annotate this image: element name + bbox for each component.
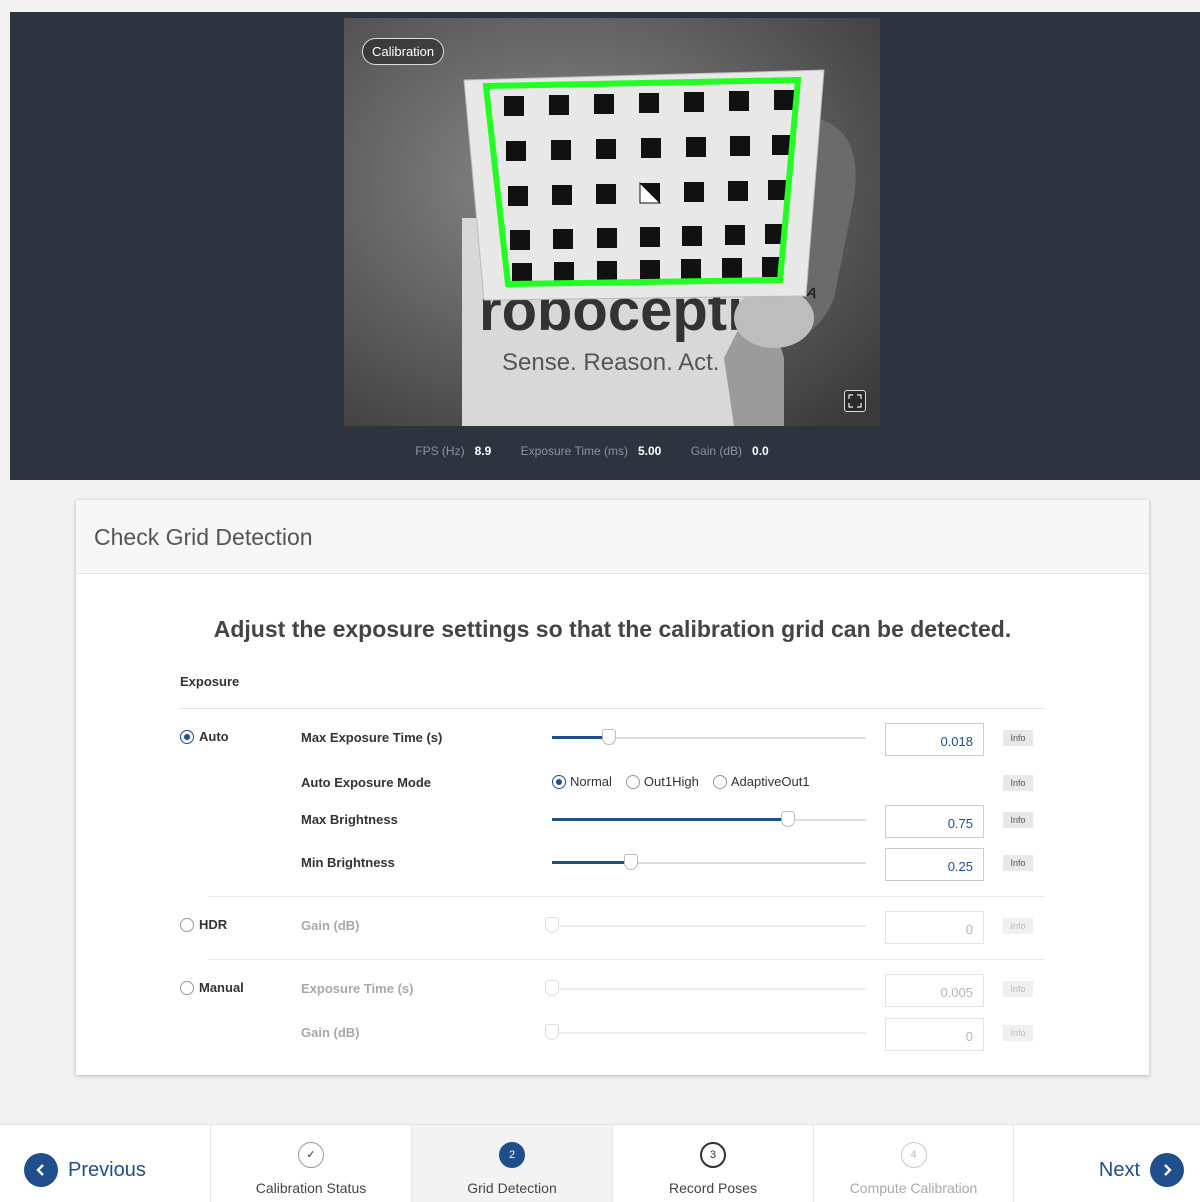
exposure-time-value: 5.00 xyxy=(637,444,662,458)
wizard-nav: Previous ✓ Calibration Status 2 Grid Det… xyxy=(0,1124,1200,1202)
fps-label: FPS (Hz) xyxy=(415,444,465,458)
camera-panel: roboception Sense. Reason. Act. JKA Cali… xyxy=(10,12,1200,480)
mode-out1high-label: Out1High xyxy=(643,774,699,789)
max-brightness-slider[interactable] xyxy=(552,811,866,827)
max-exposure-label: Max Exposure Time (s) xyxy=(301,730,443,745)
step-grid-detection[interactable]: 2 Grid Detection xyxy=(411,1125,612,1202)
info-button[interactable]: Info xyxy=(1003,812,1033,828)
radio-dot[interactable] xyxy=(180,729,194,744)
max-exposure-row: Auto Max Exposure Time (s) 0.018 Info xyxy=(76,723,1149,756)
step-calibration-status[interactable]: ✓ Calibration Status xyxy=(210,1125,411,1202)
info-button[interactable]: Info xyxy=(1003,918,1033,934)
hdr-row: HDR Gain (dB) 0 Info xyxy=(76,911,1149,944)
step-label: Compute Calibration xyxy=(849,1180,978,1196)
calibration-badge[interactable]: Calibration xyxy=(362,38,445,65)
slider-fill xyxy=(552,818,788,821)
gain-label: Gain (dB) xyxy=(690,444,743,458)
slider-handle[interactable] xyxy=(623,854,638,870)
next-button[interactable]: Next xyxy=(1099,1153,1184,1187)
hdr-radio[interactable]: HDR xyxy=(180,917,227,932)
slider-handle[interactable] xyxy=(601,729,616,745)
max-exposure-input[interactable]: 0.018 xyxy=(885,723,984,756)
fullscreen-icon[interactable] xyxy=(844,390,866,412)
divider xyxy=(208,959,1044,960)
radio-dot[interactable] xyxy=(180,917,194,932)
manual-exposure-input[interactable]: 0.005 xyxy=(885,974,984,1007)
mode-adaptiveout1-radio[interactable]: AdaptiveOut1 xyxy=(712,774,810,789)
camera-image[interactable]: roboception Sense. Reason. Act. JKA Cali… xyxy=(344,18,880,426)
hdr-gain-input[interactable]: 0 xyxy=(885,911,984,944)
step-record-poses[interactable]: 3 Record Poses xyxy=(612,1125,813,1202)
manual-exposure-slider[interactable] xyxy=(545,980,866,996)
manual-exposure-row: Manual Exposure Time (s) 0.005 Info xyxy=(76,974,1149,1007)
info-button[interactable]: Info xyxy=(1003,1025,1033,1041)
divider xyxy=(180,708,1044,709)
auto-label: Auto xyxy=(199,729,229,744)
camera-stats: FPS (Hz) 8.9 Exposure Time (ms) 5.00 Gain … xyxy=(10,444,1200,458)
card-lead-text: Adjust the exposure settings so that the… xyxy=(213,616,1012,642)
manual-exposure-label: Exposure Time (s) xyxy=(301,981,414,996)
slider-handle[interactable] xyxy=(780,811,795,827)
next-label: Next xyxy=(1098,1158,1140,1181)
max-exposure-slider[interactable] xyxy=(552,729,866,745)
hdr-gain-label: Gain (dB) xyxy=(301,918,360,933)
step-number: 3 xyxy=(700,1142,726,1168)
info-button[interactable]: Info xyxy=(1003,981,1033,997)
fps-value: 8.9 xyxy=(474,444,492,458)
hdr-gain-slider[interactable] xyxy=(545,917,866,933)
mode-normal-radio[interactable]: Normal xyxy=(552,774,612,789)
chevron-right-icon xyxy=(1150,1153,1184,1187)
max-brightness-label: Max Brightness xyxy=(301,812,398,827)
step-label: Calibration Status xyxy=(255,1180,367,1196)
gain-value: 0.0 xyxy=(752,444,769,458)
mode-adaptiveout1-label: AdaptiveOut1 xyxy=(730,774,810,789)
info-button[interactable]: Info xyxy=(1003,775,1033,791)
step-number: 2 xyxy=(499,1142,525,1168)
exposure-time-label: Exposure Time (ms) xyxy=(520,444,628,458)
previous-label: Previous xyxy=(68,1158,146,1181)
auto-exposure-mode-label: Auto Exposure Mode xyxy=(301,775,432,790)
step-number: 4 xyxy=(900,1142,927,1168)
min-brightness-row: Min Brightness 0.25 Info xyxy=(76,848,1149,881)
manual-label: Manual xyxy=(199,980,244,995)
divider xyxy=(208,896,1044,897)
slider-fill xyxy=(552,736,609,739)
step-label: Grid Detection xyxy=(467,1180,557,1196)
svg-text:Sense. Reason. Act.: Sense. Reason. Act. xyxy=(502,349,719,376)
manual-gain-slider[interactable] xyxy=(545,1024,866,1040)
exposure-section-label: Exposure xyxy=(180,674,240,689)
info-button[interactable]: Info xyxy=(1003,855,1033,871)
auto-exposure-mode-options: Normal Out1High AdaptiveOut1 xyxy=(552,774,810,789)
card-title: Check Grid Detection xyxy=(76,500,1149,574)
radio-dot[interactable] xyxy=(180,980,194,995)
manual-radio[interactable]: Manual xyxy=(180,980,244,995)
grid-detection-card: Check Grid Detection Adjust the exposure… xyxy=(76,500,1149,1075)
auto-radio[interactable]: Auto xyxy=(180,729,229,744)
manual-gain-row: Gain (dB) 0 Info xyxy=(76,1018,1149,1051)
info-button[interactable]: Info xyxy=(1003,730,1033,746)
slider-handle[interactable] xyxy=(545,917,559,933)
min-brightness-input[interactable]: 0.25 xyxy=(885,848,984,881)
slider-handle[interactable] xyxy=(545,980,559,996)
mode-out1high-radio[interactable]: Out1High xyxy=(625,774,699,789)
slider-handle[interactable] xyxy=(545,1024,559,1040)
max-brightness-input[interactable]: 0.75 xyxy=(885,805,984,838)
chevron-left-icon xyxy=(24,1153,58,1187)
step-label: Record Poses xyxy=(669,1180,757,1196)
manual-gain-label: Gain (dB) xyxy=(301,1025,360,1040)
auto-exposure-mode-row: Auto Exposure Mode Normal Out1High Adapt… xyxy=(76,768,1149,798)
manual-gain-input[interactable]: 0 xyxy=(885,1018,984,1051)
previous-button[interactable]: Previous xyxy=(24,1153,146,1187)
max-brightness-row: Max Brightness 0.75 Info xyxy=(76,805,1149,838)
step-compute-calibration: 4 Compute Calibration xyxy=(813,1125,1014,1202)
min-brightness-label: Min Brightness xyxy=(301,855,395,870)
mode-normal-label: Normal xyxy=(570,774,612,789)
slider-fill xyxy=(552,861,631,864)
hdr-label: HDR xyxy=(199,917,228,932)
min-brightness-slider[interactable] xyxy=(552,854,866,870)
check-icon: ✓ xyxy=(298,1142,324,1168)
